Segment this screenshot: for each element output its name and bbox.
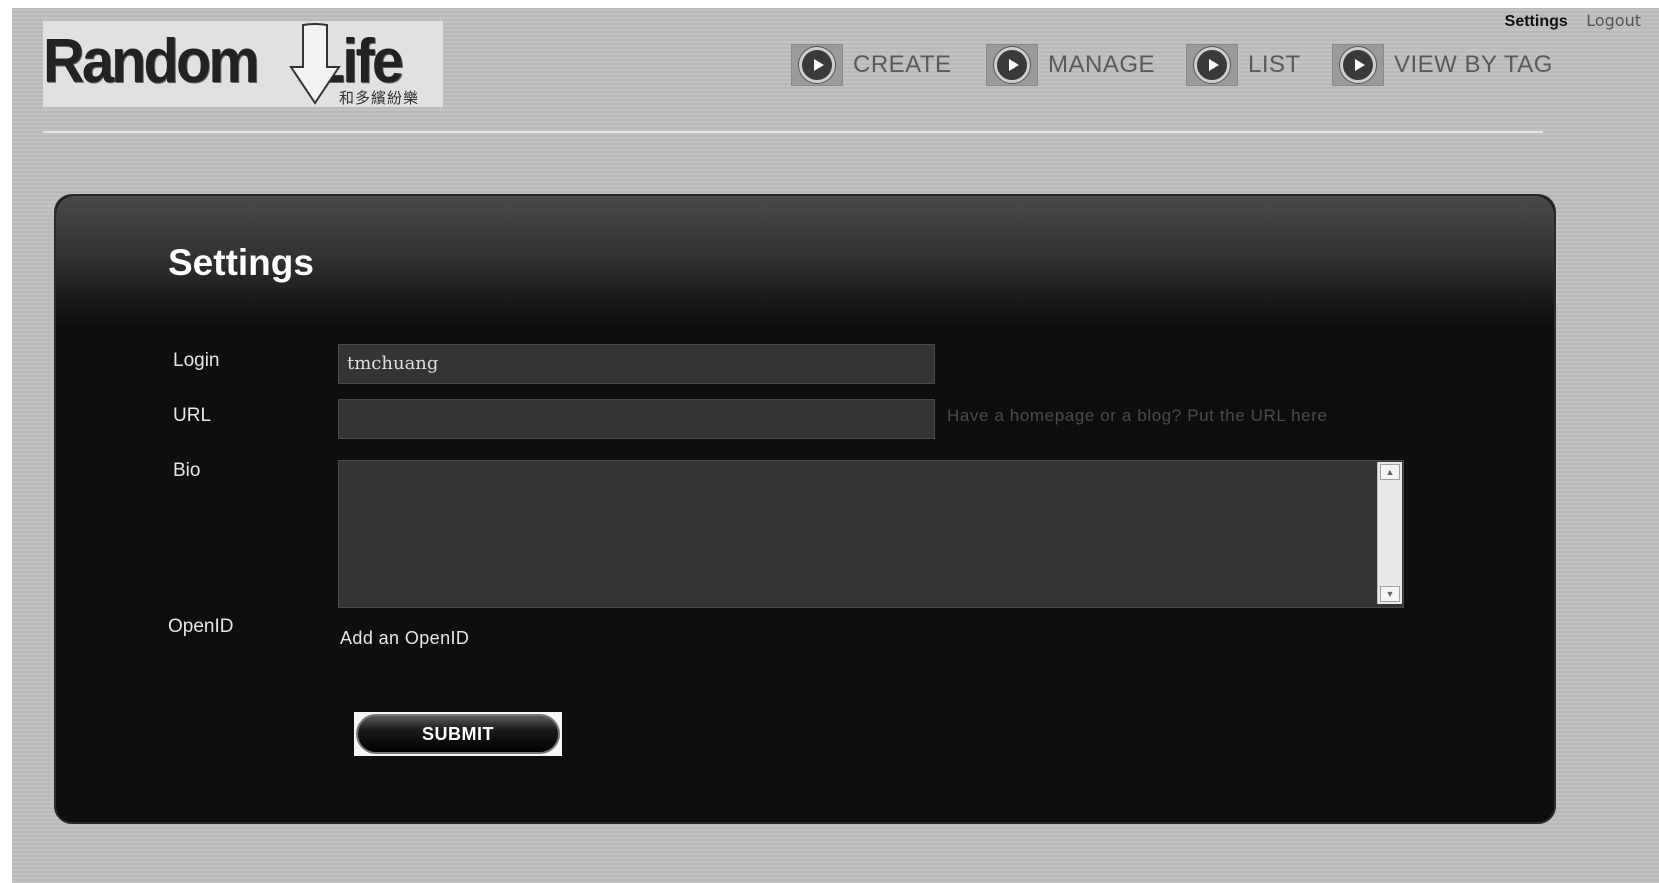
play-icon	[986, 44, 1038, 86]
page-background: Random Life 和多繽紛樂 Settings Logout CREATE…	[12, 8, 1659, 883]
page-title: Settings	[168, 242, 314, 283]
bio-scrollbar[interactable]: ▲ ▼	[1377, 462, 1402, 604]
scroll-down-icon[interactable]: ▼	[1380, 586, 1400, 602]
openid-label: OpenID	[168, 616, 234, 637]
nav-list-label: LIST	[1248, 51, 1301, 78]
settings-panel: Settings Login tmchuang URL Have a homep…	[54, 194, 1556, 824]
settings-link[interactable]: Settings	[1505, 13, 1568, 30]
submit-button-frame: SUBMIT	[354, 712, 562, 756]
url-label: URL	[173, 405, 212, 426]
nav-manage-label: MANAGE	[1048, 51, 1156, 78]
nav-create-label: CREATE	[853, 51, 952, 78]
play-icon	[791, 44, 843, 86]
bio-label: Bio	[173, 460, 201, 481]
play-icon	[1332, 44, 1384, 86]
nav-list[interactable]: LIST	[1186, 44, 1301, 86]
login-label: Login	[173, 350, 220, 371]
submit-button[interactable]: SUBMIT	[356, 714, 560, 754]
site-logo[interactable]: Random Life 和多繽紛樂	[43, 21, 443, 107]
url-field[interactable]	[338, 399, 935, 439]
url-hint: Have a homepage or a blog? Put the URL h…	[947, 406, 1328, 425]
add-openid-link[interactable]: Add an OpenID	[340, 628, 469, 649]
header-divider	[43, 131, 1543, 133]
nav-view-by-tag[interactable]: VIEW BY TAG	[1332, 44, 1553, 86]
logout-link[interactable]: Logout	[1586, 11, 1641, 30]
login-field[interactable]: tmchuang	[338, 344, 935, 384]
download-arrow-icon	[289, 23, 341, 105]
nav-manage[interactable]: MANAGE	[986, 44, 1155, 86]
nav-create[interactable]: CREATE	[791, 44, 952, 86]
play-icon	[1186, 44, 1238, 86]
scroll-up-icon[interactable]: ▲	[1380, 464, 1400, 480]
logo-subtitle: 和多繽紛樂	[339, 89, 420, 107]
nav-view-by-tag-label: VIEW BY TAG	[1394, 51, 1553, 78]
bio-textarea[interactable]: ▲ ▼	[338, 460, 1404, 608]
account-links: Settings Logout	[1491, 11, 1641, 31]
